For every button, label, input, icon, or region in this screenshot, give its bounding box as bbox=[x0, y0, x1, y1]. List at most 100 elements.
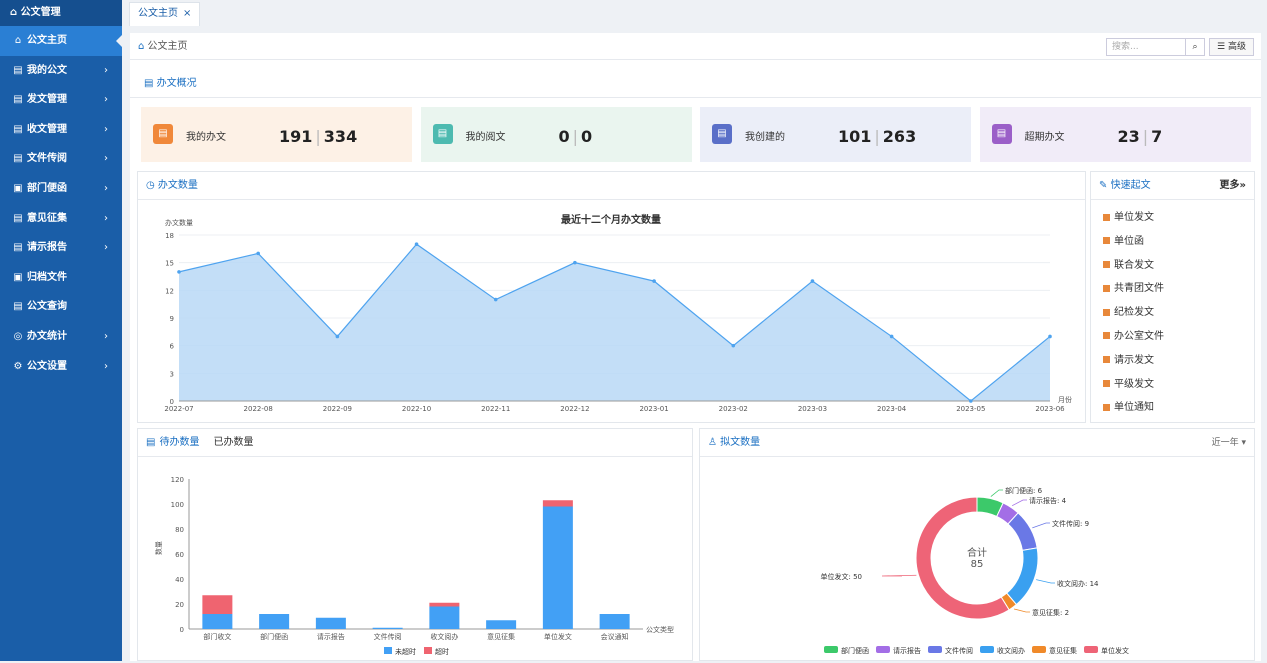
overview-title: 办文概况 bbox=[156, 78, 197, 89]
card-separator: | bbox=[572, 127, 579, 146]
y-tick-label: 60 bbox=[175, 551, 184, 559]
tab-todo[interactable]: 待办数量 bbox=[159, 437, 199, 448]
search-input[interactable]: 搜索... bbox=[1106, 38, 1186, 56]
user-icon: ♙ bbox=[708, 437, 717, 448]
quick-item-0[interactable]: 单位发文 bbox=[1091, 206, 1254, 230]
card-label: 我的办文 bbox=[186, 132, 226, 143]
bar-late bbox=[542, 500, 573, 507]
sidebar-item-8[interactable]: ▣ 归档文件 bbox=[0, 263, 122, 293]
card-icon: ▤ bbox=[432, 124, 453, 144]
x-tick-label: 2023-02 bbox=[719, 405, 748, 413]
card-icon: ▤ bbox=[712, 124, 732, 144]
data-point bbox=[810, 279, 815, 283]
chevron-right-icon: › bbox=[104, 212, 108, 224]
x-tick-label: 2022-08 bbox=[244, 405, 273, 413]
quick-item-7[interactable]: 平级发文 bbox=[1091, 373, 1254, 397]
menu-icon: ▤ bbox=[13, 212, 23, 224]
card-value-b: 0 bbox=[581, 127, 593, 146]
data-point bbox=[335, 334, 340, 339]
legend-swatch bbox=[1032, 646, 1046, 653]
legend-label: 意见征集 bbox=[1049, 646, 1077, 655]
quick-item-3[interactable]: 共青团文件 bbox=[1091, 277, 1254, 301]
card-label: 我创建的 bbox=[745, 132, 785, 143]
todo-bar-chart: 0 20 40 60 80 100 120 数量公文类型部门收文 部门便函 请示报告 文件传阅 收文阅… bbox=[154, 476, 674, 656]
sidebar-item-9[interactable]: ▤ 公文查询 bbox=[0, 292, 122, 322]
area-fill bbox=[179, 244, 1050, 401]
sidebar-item-3[interactable]: ▤ 收文管理 › bbox=[0, 115, 122, 145]
card-label: 我的阅文 bbox=[465, 132, 506, 143]
todo-panel: ▤ 待办数量 已办数量 0 20 40 60 80 100 120 数量 公文类型 部门收文 部门便函 请… bbox=[137, 428, 693, 661]
data-point bbox=[177, 270, 181, 274]
doc-icon bbox=[1103, 356, 1110, 364]
sidebar-item-5[interactable]: ▣ 部门便函 › bbox=[0, 174, 122, 204]
y-tick-label: 80 bbox=[175, 526, 184, 534]
sidebar-item-label: 意见征集 bbox=[27, 212, 67, 224]
overview-card-3[interactable]: ▤ 超期办文 23 | 7 bbox=[979, 107, 1251, 162]
close-icon[interactable]: × bbox=[183, 8, 191, 19]
sidebar-item-0[interactable]: ⌂ 公文主页 bbox=[0, 26, 122, 56]
sidebar-menu: ⌂ 公文主页 ▤ 我的公文 › ▤ 发文管理 › ▤ 收文管理 › ▤ 文件传阅 › ▣ 部门便函 › ▤ 意见征集… bbox=[0, 26, 122, 381]
quick-panel-header: ✎ 快速起文 更多» bbox=[1091, 172, 1254, 200]
quick-item-2[interactable]: 联合发文 bbox=[1091, 254, 1254, 278]
quick-item-1[interactable]: 单位函 bbox=[1091, 230, 1254, 254]
data-point bbox=[889, 334, 894, 339]
y-tick-label: 3 bbox=[170, 370, 174, 378]
more-link[interactable]: 更多» bbox=[1220, 172, 1246, 200]
card-label: 超期办文 bbox=[1024, 132, 1065, 143]
quick-item-label: 单位函 bbox=[1114, 235, 1144, 247]
x-tick-label: 2023-01 bbox=[639, 405, 668, 413]
tab-bar: 公文主页 × bbox=[122, 0, 1267, 26]
x-axis-label: 月份 bbox=[1058, 395, 1072, 404]
card-separator: | bbox=[874, 127, 880, 146]
sidebar-item-6[interactable]: ▤ 意见征集 › bbox=[0, 204, 122, 234]
sidebar-item-label: 公文设置 bbox=[27, 360, 67, 372]
chevron-right-icon: › bbox=[104, 360, 108, 372]
data-point bbox=[493, 297, 498, 302]
menu-icon: ⌂ bbox=[14, 35, 22, 46]
overview-card-1[interactable]: ▤ 我的阅文 0 | 0 bbox=[420, 107, 692, 162]
bar-late bbox=[429, 602, 460, 607]
draft-panel-header: ♙ 拟文数量 近一年 ▾ bbox=[700, 429, 1254, 457]
quick-list: 单位发文单位函联合发文共青团文件 纪检发文 办公室文件 请示发文平级发文单位通知 bbox=[1091, 200, 1254, 420]
pie-slice bbox=[1007, 512, 1038, 551]
chevron-right-icon: › bbox=[104, 123, 108, 135]
overview-card-0[interactable]: ▤ 我的办文 191 | 334 bbox=[141, 107, 412, 162]
sidebar-item-4[interactable]: ▤ 文件传阅 › bbox=[0, 144, 122, 174]
x-tick-label: 部门便函 bbox=[260, 632, 288, 641]
tab-done[interactable]: 已办数量 bbox=[213, 437, 253, 448]
monthly-area-chart: 最近十二个月办文数量办文数量月份03691215182022-07 2022-08… bbox=[164, 213, 1072, 413]
quick-item-label: 联合发文 bbox=[1114, 259, 1154, 271]
data-point bbox=[652, 279, 656, 283]
sidebar-item-11[interactable]: ⚙ 公文设置 › bbox=[0, 352, 122, 382]
card-value-a: 0 bbox=[558, 127, 570, 146]
doc-icon bbox=[1103, 403, 1110, 411]
y-tick-label: 15 bbox=[165, 260, 174, 268]
quick-item-6[interactable]: 请示发文 bbox=[1091, 349, 1254, 373]
sidebar-item-2[interactable]: ▤ 发文管理 › bbox=[0, 85, 122, 115]
legend-label: 请示报告 bbox=[893, 646, 921, 655]
card-values: 23 | 7 bbox=[1118, 127, 1163, 146]
range-select[interactable]: 近一年 ▾ bbox=[1212, 429, 1246, 457]
sidebar-item-7[interactable]: ▤ 请示报告 › bbox=[0, 233, 122, 263]
sidebar-item-10[interactable]: ◎ 办文统计 › bbox=[0, 322, 122, 352]
search-button[interactable]: ⌕ bbox=[1186, 38, 1205, 56]
bar-ok bbox=[429, 606, 460, 629]
overview-card-2[interactable]: ▤ 我创建的 101 | 263 bbox=[700, 107, 971, 162]
count-panel-title: 办文数量 bbox=[157, 180, 198, 191]
quick-item-label: 平级发文 bbox=[1114, 378, 1154, 390]
sidebar-item-1[interactable]: ▤ 我的公文 › bbox=[0, 56, 122, 86]
quick-item-4[interactable]: 纪检发文 bbox=[1091, 301, 1254, 325]
advanced-search-button[interactable]: ☰ 高级 bbox=[1209, 38, 1254, 56]
sidebar-item-label: 办文统计 bbox=[27, 330, 67, 342]
menu-icon: ▤ bbox=[13, 94, 23, 106]
count-panel-header: ◷ 办文数量 bbox=[138, 172, 1085, 200]
card-value-a: 23 bbox=[1117, 127, 1140, 146]
breadcrumb-label: 公文主页 bbox=[147, 41, 188, 52]
quick-item-8[interactable]: 单位通知 bbox=[1091, 396, 1254, 420]
home-icon: ⌂ bbox=[138, 41, 145, 52]
quick-item-5[interactable]: 办公室文件 bbox=[1091, 325, 1254, 349]
sidebar-item-label: 收文管理 bbox=[27, 123, 67, 135]
sidebar-header: ⌂ 公文管理 bbox=[0, 0, 122, 26]
tab-home[interactable]: 公文主页 × bbox=[129, 2, 201, 26]
x-tick-label: 2022-10 bbox=[402, 405, 431, 413]
